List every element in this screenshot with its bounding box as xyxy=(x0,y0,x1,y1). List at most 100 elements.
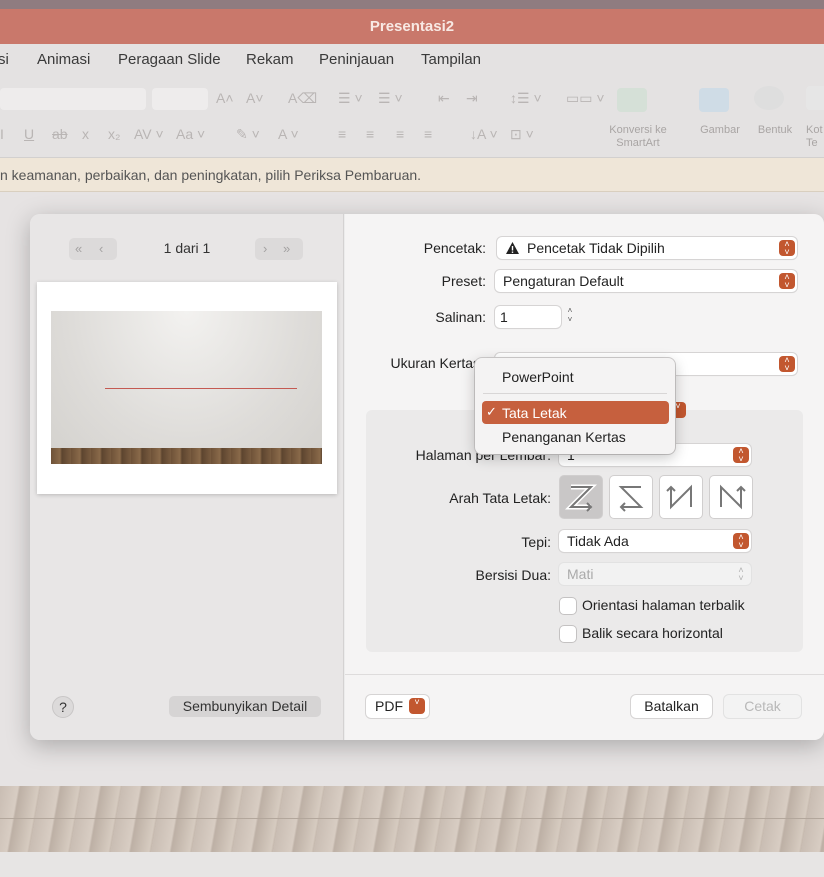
menu-item-powerpoint[interactable]: PowerPoint xyxy=(502,369,574,385)
copies-stepper[interactable]: ˄ ˅ xyxy=(564,306,576,328)
title-bar-strip xyxy=(0,0,824,9)
align-center-icon[interactable]: ≡ xyxy=(366,126,374,142)
printer-label: Pencetak: xyxy=(423,240,486,256)
two-sided-select: Mati ˄ ˅ xyxy=(559,563,751,585)
decrease-font-icon[interactable]: A˅ xyxy=(246,90,264,106)
clear-icon[interactable]: x xyxy=(82,126,89,142)
print-button[interactable]: Cetak xyxy=(724,695,801,718)
page-preview xyxy=(37,282,337,494)
section-dropdown-menu: PowerPoint ✓ Tata Letak Penanganan Kerta… xyxy=(475,358,675,454)
copies-field[interactable]: 1 xyxy=(495,306,561,328)
paper-size-label: Ukuran Kertas xyxy=(390,355,480,371)
highlight-icon[interactable]: ✎ ˅ xyxy=(236,126,260,143)
menu-item-tata-letak[interactable]: Tata Letak xyxy=(502,405,567,421)
shapes-icon[interactable] xyxy=(754,86,784,110)
direction-n-button[interactable] xyxy=(710,476,752,518)
hide-details-button[interactable]: Sembunyikan Detail xyxy=(169,696,321,717)
tab-peragaan-slide[interactable]: Peragaan Slide xyxy=(118,51,221,68)
strikethrough-icon[interactable]: ab xyxy=(52,126,68,142)
cancel-button[interactable]: Batalkan xyxy=(631,695,712,718)
font-name-select[interactable] xyxy=(0,88,146,110)
direction-reverse-z-button[interactable] xyxy=(610,476,652,518)
first-page-icon[interactable]: « xyxy=(75,241,82,256)
chevron-updown-icon: ˄ ˅ xyxy=(733,533,749,550)
align-text-icon[interactable]: ⊡ ˅ xyxy=(510,126,534,143)
text-direction-icon[interactable]: ↓A ˅ xyxy=(470,126,498,142)
smartart-label: Konversi ke SmartArt xyxy=(609,124,667,149)
outdent-icon[interactable]: ⇤ xyxy=(438,90,450,107)
slide-thumbnail xyxy=(51,311,322,464)
chevron-updown-icon: ˄ ˅ xyxy=(779,273,795,290)
border-select[interactable]: Tidak Ada ˄ ˅ xyxy=(559,530,751,552)
shapes-label: Bentuk xyxy=(757,124,793,136)
window-title: Presentasi2 xyxy=(369,18,455,35)
preset-select[interactable]: Pengaturan Default ˄ ˅ xyxy=(495,270,797,292)
align-left-icon[interactable]: ≡ xyxy=(338,126,346,142)
picture-icon[interactable] xyxy=(699,88,729,112)
chevron-down-icon: ˅ xyxy=(409,698,425,714)
tab-tampilan[interactable]: Tampilan xyxy=(421,51,481,68)
page-count: 1 dari 1 xyxy=(163,240,211,256)
flip-horizontal-checkbox[interactable] xyxy=(560,626,576,642)
subscript-icon[interactable]: x₂ xyxy=(108,126,120,142)
slide-red-line xyxy=(105,388,297,389)
textbox-icon[interactable] xyxy=(806,86,824,110)
direction-reverse-z-icon xyxy=(618,486,644,512)
printer-select[interactable]: Pencetak Tidak Dipilih ˄ ˅ xyxy=(497,237,797,259)
border-label: Tepi: xyxy=(521,534,551,550)
flip-horizontal-label: Balik secara horizontal xyxy=(582,625,723,641)
floor-line xyxy=(0,818,824,819)
italic-icon[interactable]: I xyxy=(0,126,4,142)
print-dialog: « ‹ 1 dari 1 › » ? Sembunyikan Detail Pe… xyxy=(30,214,824,740)
update-banner-text: n keamanan, perbaikan, dan peningkatan, … xyxy=(0,167,422,183)
update-banner: n keamanan, perbaikan, dan peningkatan, … xyxy=(0,158,824,192)
tab-partial[interactable]: si xyxy=(0,51,9,68)
tab-animasi[interactable]: Animasi xyxy=(37,51,90,68)
justify-icon[interactable]: ≡ xyxy=(424,126,432,142)
reverse-orientation-label: Orientasi halaman terbalik xyxy=(582,597,745,613)
border-value: Tidak Ada xyxy=(567,533,629,549)
chevron-updown-icon: ˄ ˅ xyxy=(779,356,795,373)
numbering-icon[interactable]: ☰ ˅ xyxy=(378,90,403,107)
chevron-updown-icon: ˄ ˅ xyxy=(738,565,744,583)
direction-z-button[interactable] xyxy=(560,476,602,518)
last-page-icon[interactable]: » xyxy=(283,241,290,256)
chevron-updown-icon: ˄ ˅ xyxy=(733,447,749,464)
printer-value: Pencetak Tidak Dipilih xyxy=(527,240,665,256)
next-page-icon[interactable]: › xyxy=(263,241,267,256)
smartart-icon[interactable] xyxy=(617,88,647,112)
pdf-menu-button[interactable]: PDF ˅ xyxy=(366,695,429,718)
increase-font-icon[interactable]: A˄ xyxy=(216,90,234,106)
direction-n-reverse-button[interactable] xyxy=(660,476,702,518)
clear-format-icon[interactable]: A⌫ xyxy=(288,90,317,107)
reverse-orientation-checkbox[interactable] xyxy=(560,598,576,614)
change-case-icon[interactable]: Aa ˅ xyxy=(176,126,205,142)
menu-item-penanganan-kertas[interactable]: Penanganan Kertas xyxy=(502,429,626,445)
menu-separator xyxy=(483,393,667,394)
footer-divider xyxy=(345,674,824,675)
tab-peninjauan[interactable]: Peninjauan xyxy=(319,51,394,68)
direction-n-icon xyxy=(720,484,746,510)
prev-page-buttons[interactable]: « ‹ xyxy=(69,238,117,260)
prev-page-icon[interactable]: ‹ xyxy=(99,241,103,256)
status-bar xyxy=(0,852,824,877)
tab-rekam[interactable]: Rekam xyxy=(246,51,294,68)
settings-pane: Pencetak: Pencetak Tidak Dipilih ˄ ˅ Pres… xyxy=(345,214,824,740)
underline-icon[interactable]: U xyxy=(24,126,34,142)
direction-z-icon xyxy=(565,484,597,512)
title-bar: Presentasi2 xyxy=(0,0,824,44)
font-color-icon[interactable]: A ˅ xyxy=(278,126,299,142)
font-size-select[interactable] xyxy=(152,88,208,110)
textbox-label: Kot Te xyxy=(806,124,823,149)
align-right-icon[interactable]: ≡ xyxy=(396,126,404,142)
character-spacing-icon[interactable]: AV ˅ xyxy=(134,126,164,142)
bullets-icon[interactable]: ☰ ˅ xyxy=(338,90,363,107)
direction-n-reverse-icon xyxy=(666,484,692,510)
help-button[interactable]: ? xyxy=(52,696,74,718)
columns-icon[interactable]: ▭▭ ˅ xyxy=(566,90,605,107)
line-spacing-icon[interactable]: ↕☰ ˅ xyxy=(510,90,542,107)
next-page-buttons[interactable]: › » xyxy=(255,238,303,260)
indent-icon[interactable]: ⇥ xyxy=(466,90,478,107)
checkmark-icon: ✓ xyxy=(486,404,497,419)
slide-floor-background xyxy=(0,786,824,852)
